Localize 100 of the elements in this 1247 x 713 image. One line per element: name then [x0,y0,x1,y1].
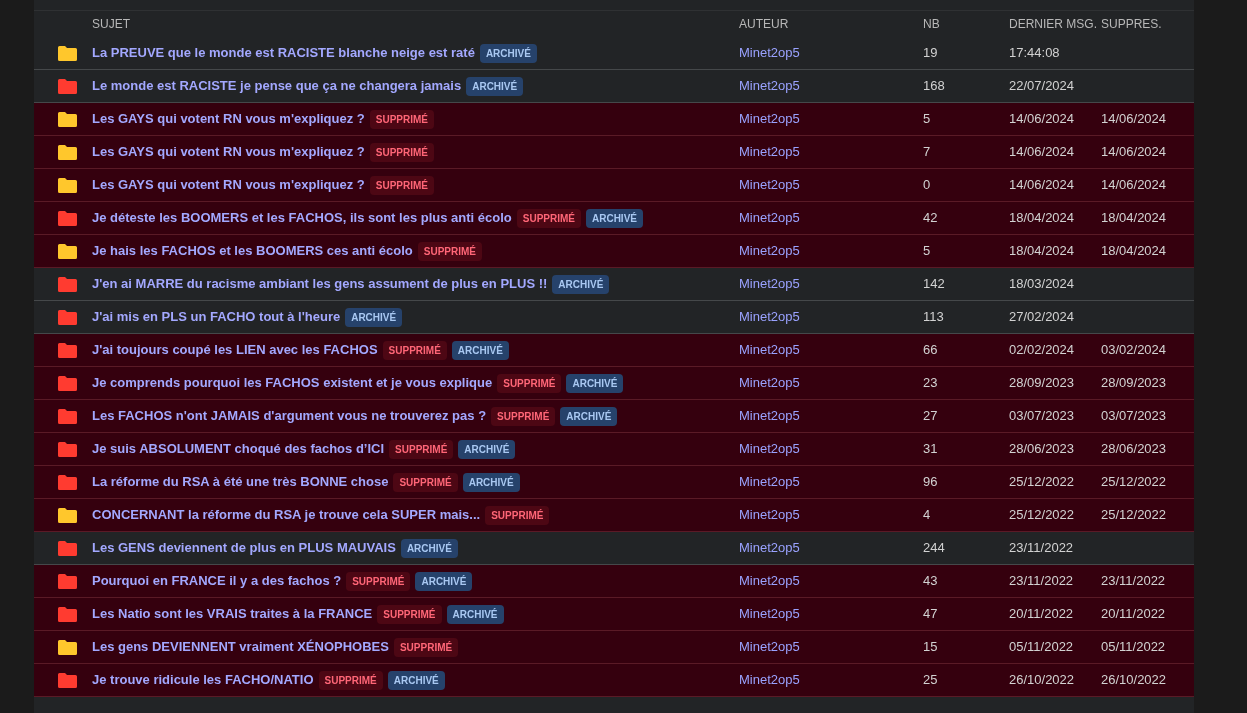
deletion-date: 14/06/2024 [1101,111,1167,127]
deleted-badge: SUPPRIMÉ [369,175,434,195]
topic-link[interactable]: J'en ai MARRE du racisme ambiant les gens assument de plus en PLUS !! [92,274,548,294]
author-link[interactable]: Minet2op5 [739,210,800,226]
deleted-topic-row[interactable]: Je trouve ridicule les FACHO/NATIO SUPPRIMÉ ARCHIVÉ Minet2op5 25 26/10/2022 26/10/2022 [34,664,1194,697]
archived-badge: ARCHIVÉ [462,472,520,492]
author-link[interactable]: Minet2op5 [739,474,800,490]
deletion-date: 14/06/2024 [1101,177,1167,193]
archived-badge: ARCHIVÉ [451,340,509,360]
last-message-date: 02/02/2024 [1009,342,1075,358]
message-count: 15 [923,639,938,655]
last-message-date: 14/06/2024 [1009,144,1075,160]
topic-link[interactable]: Je hais les FACHOS et les BOOMERS ces anti écolo [92,241,413,261]
archived-badge: ARCHIVÉ [458,439,516,459]
deleted-topic-row[interactable]: Je comprends pourquoi les FACHOS existent et je vous explique SUPPRIMÉ ARCHIVÉ Minet2op5 23 28/09/2023 28/09/2023 [34,367,1194,400]
author-link[interactable]: Minet2op5 [739,78,800,94]
deletion-date: 03/07/2023 [1101,408,1167,424]
deleted-badge: SUPPRIMÉ [318,670,383,690]
author-link[interactable]: Minet2op5 [739,243,800,259]
topic-link[interactable]: Les FACHOS n'ont JAMAIS d'argument vous ne trouverez pas ? [92,406,487,426]
deletion-date: 18/04/2024 [1101,243,1167,259]
archived-badge: ARCHIVÉ [400,538,458,558]
deletion-date: 25/12/2022 [1101,507,1167,523]
deleted-topic-row[interactable]: Les GAYS qui votent RN vous m'expliquez ? SUPPRIMÉ Minet2op5 5 14/06/2024 14/06/2024 [34,103,1194,136]
topic-link[interactable]: Je trouve ridicule les FACHO/NATIO [92,670,314,690]
deletion-date: 28/06/2023 [1101,441,1167,457]
deleted-topic-row[interactable]: Les GAYS qui votent RN vous m'expliquez ? SUPPRIMÉ Minet2op5 0 14/06/2024 14/06/2024 [34,169,1194,202]
message-count: 23 [923,375,938,391]
archived-badge: ARCHIVÉ [466,76,524,96]
deleted-badge: SUPPRIMÉ [382,340,447,360]
deletion-date: 26/10/2022 [1101,672,1167,688]
author-link[interactable]: Minet2op5 [739,408,800,424]
topic-link[interactable]: Les Natio sont les VRAIS traites à la FRANCE [92,604,373,624]
author-link[interactable]: Minet2op5 [739,177,800,193]
message-count: 0 [923,177,931,193]
author-link[interactable]: Minet2op5 [739,606,800,622]
topic-link[interactable]: Les gens DEVIENNENT vraiment XÉNOPHOBES [92,637,389,657]
deleted-topic-row[interactable]: Les GAYS qui votent RN vous m'expliquez ? SUPPRIMÉ Minet2op5 7 14/06/2024 14/06/2024 [34,136,1194,169]
deletion-date: 05/11/2022 [1101,639,1166,655]
deletion-date: 18/04/2024 [1101,210,1167,226]
topic-link[interactable]: Pourquoi en FRANCE il y a des fachos ? [92,571,342,591]
last-message-date: 25/12/2022 [1009,507,1075,523]
topic-link[interactable]: J'ai toujours coupé les LIEN avec les FACHOS [92,340,378,360]
topic-link[interactable]: Je suis ABSOLUMENT choqué des fachos d’ICI [92,439,385,459]
topic-link[interactable]: La PREUVE que le monde est RACISTE blanche neige est raté [92,43,475,63]
deleted-topic-row[interactable]: CONCERNANT la réforme du RSA je trouve cela SUPER mais... SUPPRIMÉ Minet2op5 4 25/12/2022 25/12/2022 [34,499,1194,532]
topic-link[interactable]: Les GAYS qui votent RN vous m'expliquez ? [92,175,365,195]
deleted-topic-row[interactable]: Pourquoi en FRANCE il y a des fachos ? SUPPRIMÉ ARCHIVÉ Minet2op5 43 23/11/2022 23/11/2022 [34,565,1194,598]
column-header[interactable]: AUTEUR [739,17,789,31]
archived-badge: ARCHIVÉ [479,43,537,63]
column-header[interactable]: SUPPRES. [1101,17,1162,31]
author-link[interactable]: Minet2op5 [739,672,800,688]
author-link[interactable]: Minet2op5 [739,441,800,457]
deleted-badge: SUPPRIMÉ [377,604,442,624]
archived-badge: ARCHIVÉ [560,406,618,426]
author-link[interactable]: Minet2op5 [739,342,800,358]
topic-link[interactable]: J'ai mis en PLS un FACHO tout à l'heure [92,307,341,327]
deleted-topic-row[interactable]: Les Natio sont les VRAIS traites à la FRANCE SUPPRIMÉ ARCHIVÉ Minet2op5 47 20/11/2022 20/11/2022 [34,598,1194,631]
deleted-topic-row[interactable]: Je déteste les BOOMERS et les FACHOS, ils sont les plus anti écolo SUPPRIMÉ ARCHIVÉ Minet2op5 42 18/04/2024 18/04/2024 [34,202,1194,235]
deleted-badge: SUPPRIMÉ [417,241,482,261]
last-message-date: 18/03/2024 [1009,276,1075,292]
last-message-date: 27/02/2024 [1009,309,1075,325]
author-link[interactable]: Minet2op5 [739,375,800,391]
message-count: 5 [923,243,931,259]
topic-link[interactable]: Je déteste les BOOMERS et les FACHOS, ils sont les plus anti écolo [92,208,512,228]
author-link[interactable]: Minet2op5 [739,639,800,655]
author-link[interactable]: Minet2op5 [739,111,800,127]
column-header[interactable]: NB [923,17,940,31]
author-link[interactable]: Minet2op5 [739,276,800,292]
author-link[interactable]: Minet2op5 [739,144,800,160]
topic-link[interactable]: CONCERNANT la réforme du RSA je trouve cela SUPER mais... [92,505,481,525]
deleted-topic-row[interactable]: Je suis ABSOLUMENT choqué des fachos d’ICI SUPPRIMÉ ARCHIVÉ Minet2op5 31 28/06/2023 28/06/2023 [34,433,1194,466]
author-link[interactable]: Minet2op5 [739,309,800,325]
last-message-date: 26/10/2022 [1009,672,1075,688]
deletion-date: 25/12/2022 [1101,474,1167,490]
last-message-date: 22/07/2024 [1009,78,1075,94]
deleted-topic-row[interactable]: Les FACHOS n'ont JAMAIS d'argument vous ne trouverez pas ? SUPPRIMÉ ARCHIVÉ Minet2op5 27 03/07/2023 03/07/2023 [34,400,1194,433]
deleted-badge: SUPPRIMÉ [369,142,434,162]
topic-link[interactable]: Les GENS deviennent de plus en PLUS MAUVAIS [92,538,396,558]
topic-link[interactable]: Le monde est RACISTE je pense que ça ne changera jamais [92,76,462,96]
column-header[interactable]: SUJET [92,17,130,31]
deleted-topic-row[interactable]: La réforme du RSA à été une très BONNE chose SUPPRIMÉ ARCHIVÉ Minet2op5 96 25/12/2022 25/12/2022 [34,466,1194,499]
topic-link[interactable]: Je comprends pourquoi les FACHOS existent et je vous explique [92,373,493,393]
author-link[interactable]: Minet2op5 [739,540,800,556]
deletion-date: 23/11/2022 [1101,573,1166,589]
deleted-badge: SUPPRIMÉ [393,637,459,657]
deletion-date: 28/09/2023 [1101,375,1167,391]
message-count: 25 [923,672,938,688]
author-link[interactable]: Minet2op5 [739,45,800,61]
column-header[interactable]: DERNIER MSG. [1009,17,1097,31]
topic-link[interactable]: Les GAYS qui votent RN vous m'expliquez ? [92,109,365,129]
message-count: 7 [923,144,931,160]
deleted-topic-row[interactable]: Les gens DEVIENNENT vraiment XÉNOPHOBES SUPPRIMÉ Minet2op5 15 05/11/2022 05/11/2022 [34,631,1194,664]
deleted-topic-row[interactable]: Je hais les FACHOS et les BOOMERS ces anti écolo SUPPRIMÉ Minet2op5 5 18/04/2024 18/04/2024 [34,235,1194,268]
author-link[interactable]: Minet2op5 [739,573,800,589]
topic-link[interactable]: Les GAYS qui votent RN vous m'expliquez ? [92,142,365,162]
author-link[interactable]: Minet2op5 [739,507,800,523]
last-message-date: 20/11/2022 [1009,606,1074,622]
deleted-topic-row[interactable]: J'ai toujours coupé les LIEN avec les FACHOS SUPPRIMÉ ARCHIVÉ Minet2op5 66 02/02/2024 03/02/2024 [34,334,1194,367]
topic-link[interactable]: La réforme du RSA à été une très BONNE chose [92,472,389,492]
